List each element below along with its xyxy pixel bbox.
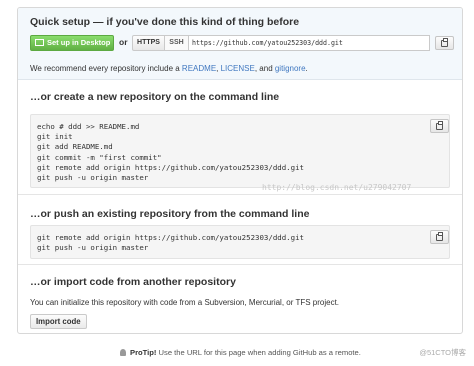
import-repo-section: …or import code from another repository … bbox=[18, 265, 462, 333]
protip: ProTip! Use the URL for this page when a… bbox=[120, 348, 361, 357]
copy-create-commands-button[interactable] bbox=[430, 119, 449, 133]
setup-desktop-label: Set up in Desktop bbox=[47, 38, 111, 47]
readme-link[interactable]: README bbox=[182, 64, 216, 73]
import-repo-title: …or import code from another repository bbox=[30, 276, 236, 288]
repo-setup-panel: Quick setup — if you've done this kind o… bbox=[17, 7, 463, 334]
push-repo-title: …or push an existing repository from the… bbox=[30, 208, 310, 220]
clipboard-icon bbox=[441, 38, 448, 47]
create-repo-section: …or create a new repository on the comma… bbox=[18, 80, 462, 195]
import-code-button[interactable]: Import code bbox=[30, 314, 87, 329]
protip-label: ProTip! bbox=[130, 348, 157, 357]
push-repo-section: …or push an existing repository from the… bbox=[18, 195, 462, 265]
recommend-text: We recommend every repository include a … bbox=[30, 64, 308, 73]
create-repo-title: …or create a new repository on the comma… bbox=[30, 91, 280, 103]
watermark-text: http://blog.csdn.net/u279042707 bbox=[262, 183, 412, 192]
import-description: You can initialize this repository with … bbox=[30, 298, 340, 307]
recommend-prefix: We recommend every repository include a bbox=[30, 64, 182, 73]
protip-text: Use the URL for this page when adding Gi… bbox=[156, 348, 361, 357]
recommend-sep-2: , and bbox=[254, 64, 275, 73]
clone-url-row: Set up in Desktop or HTTPS SSH bbox=[30, 35, 454, 51]
copy-url-button[interactable] bbox=[435, 36, 454, 50]
clipboard-icon bbox=[436, 121, 443, 130]
https-button[interactable]: HTTPS bbox=[132, 35, 165, 51]
quick-setup-section: Quick setup — if you've done this kind o… bbox=[18, 8, 462, 80]
ssh-button[interactable]: SSH bbox=[165, 35, 189, 51]
quick-setup-title: Quick setup — if you've done this kind o… bbox=[30, 16, 300, 28]
copy-push-commands-button[interactable] bbox=[430, 230, 449, 244]
license-link[interactable]: LICENSE bbox=[221, 64, 255, 73]
recommend-end: . bbox=[305, 64, 308, 73]
setup-desktop-button[interactable]: Set up in Desktop bbox=[30, 35, 114, 51]
push-repo-code: git remote add origin https://github.com… bbox=[30, 225, 450, 259]
clone-url-input[interactable] bbox=[189, 35, 430, 51]
clipboard-icon bbox=[436, 232, 443, 241]
corner-watermark: @51CTO博客 bbox=[419, 348, 466, 357]
gitignore-link[interactable]: gitignore bbox=[275, 64, 306, 73]
monitor-icon bbox=[35, 38, 44, 46]
lightbulb-icon bbox=[120, 348, 126, 356]
or-separator: or bbox=[119, 37, 128, 47]
create-repo-code: echo # ddd >> README.md git init git add… bbox=[30, 114, 450, 188]
